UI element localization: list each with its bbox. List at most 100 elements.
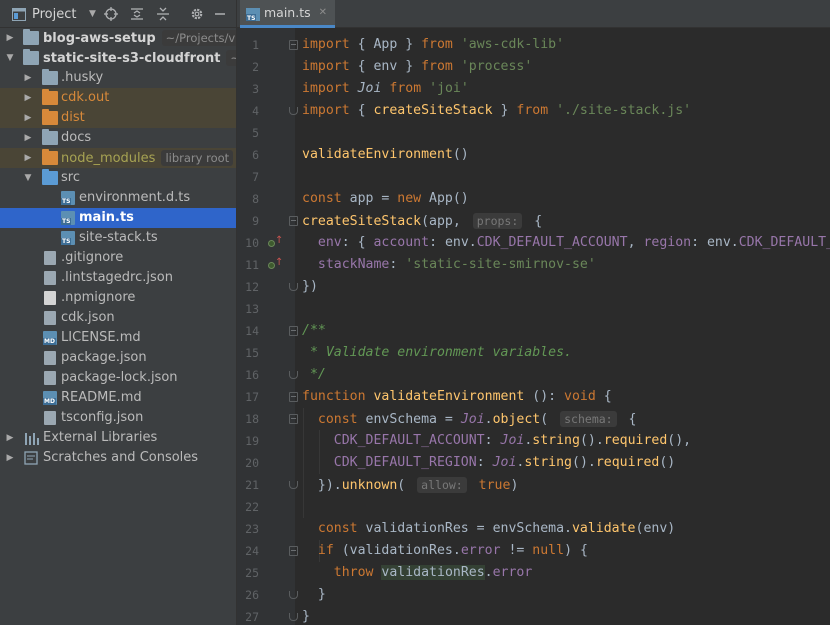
tree-item-lintstagedrc-json[interactable]: .lintstagedrc.json: [0, 268, 236, 288]
tree-item-readme-md[interactable]: MD README.md: [0, 388, 236, 408]
tree-item-docs[interactable]: ▶ docs: [0, 128, 236, 148]
fold-end-marker-icon[interactable]: [289, 613, 298, 621]
chevron-down-icon[interactable]: ▼: [22, 168, 34, 188]
chevron-right-icon[interactable]: ▶: [22, 148, 34, 168]
chevron-right-icon[interactable]: ▶: [4, 428, 16, 448]
code-line[interactable]: * Validate environment variables.: [302, 342, 572, 364]
chevron-right-icon[interactable]: ▶: [22, 108, 34, 128]
tree-item-main-ts[interactable]: TS main.ts: [0, 208, 236, 228]
code-line[interactable]: throw validationRes.error: [302, 562, 532, 584]
code-line[interactable]: stackName: 'static-site-smirnov-se': [302, 254, 596, 276]
code-line[interactable]: const validationRes = envSchema.validate…: [302, 518, 675, 540]
tree-item-license-md[interactable]: MD LICENSE.md: [0, 328, 236, 348]
chevron-right-icon[interactable]: ▶: [4, 448, 16, 468]
fold-marker-icon[interactable]: [289, 40, 298, 50]
fold-end-marker-icon[interactable]: [289, 481, 298, 489]
gear-icon[interactable]: [190, 0, 204, 28]
code-line[interactable]: createSiteStack(app, props: {: [302, 210, 542, 232]
implements-marker-icon[interactable]: ↑: [268, 236, 283, 250]
fold-marker-icon[interactable]: [289, 414, 298, 424]
fold-end-marker-icon[interactable]: [289, 371, 298, 379]
code-line[interactable]: import { env } from 'process': [302, 56, 532, 78]
tree-item-environment-d-ts[interactable]: TS environment.d.ts: [0, 188, 236, 208]
tree-item-scratches-and-consoles[interactable]: ▶ Scratches and Consoles: [0, 448, 236, 468]
tree-item-cdk-out[interactable]: ▶ cdk.out: [0, 88, 236, 108]
tree-item-label: Scratches and Consoles: [43, 450, 199, 465]
tree-item-external-libraries[interactable]: ▶ External Libraries: [0, 428, 236, 448]
code-line[interactable]: import { App } from 'aws-cdk-lib': [302, 34, 564, 56]
code-line[interactable]: /**: [302, 320, 326, 342]
tree-item-static-site-s3-cloudfront[interactable]: ▼ static-site-s3-cloudfront ~/Proj: [0, 48, 236, 68]
close-icon[interactable]: ✕: [319, 7, 327, 18]
code-area[interactable]: import { App } from 'aws-cdk-lib' import …: [302, 28, 830, 625]
tree-item-dist[interactable]: ▶ dist: [0, 108, 236, 128]
expand-all-icon[interactable]: [130, 0, 144, 28]
line-number: 8: [252, 192, 259, 206]
chevron-down-icon[interactable]: ▼: [4, 48, 16, 68]
tree-item-npmignore[interactable]: .npmignore: [0, 288, 236, 308]
code-line[interactable]: }: [302, 606, 310, 625]
code-line[interactable]: CDK_DEFAULT_ACCOUNT: Joi.string().requir…: [302, 430, 691, 452]
code-line[interactable]: env: { account: env.CDK_DEFAULT_ACCOUNT,…: [302, 232, 830, 254]
tree-item-gitignore[interactable]: .gitignore: [0, 248, 236, 268]
line-number: 10: [245, 236, 259, 250]
chevron-right-icon[interactable]: ▶: [22, 128, 34, 148]
tree-item-package-json[interactable]: package.json: [0, 348, 236, 368]
tree-item-package-lock-json[interactable]: package-lock.json: [0, 368, 236, 388]
code-line[interactable]: }: [302, 584, 326, 606]
chevron-right-icon[interactable]: ▶: [22, 68, 34, 88]
line-number: 1: [252, 38, 259, 52]
code-line[interactable]: const app = new App(): [302, 188, 469, 210]
fold-end-marker-icon[interactable]: [289, 591, 298, 599]
chevron-right-icon[interactable]: ▶: [4, 28, 16, 48]
code-line[interactable]: const envSchema = Joi.object( schema: {: [302, 408, 636, 430]
fold-end-marker-icon[interactable]: [289, 107, 298, 115]
json-file-icon: [44, 271, 56, 285]
folder-source-icon: [42, 169, 58, 185]
tree-item-label: dist: [61, 110, 85, 125]
inlay-hint: allow:: [417, 477, 467, 493]
code-line[interactable]: CDK_DEFAULT_REGION: Joi.string().require…: [302, 452, 675, 474]
code-line[interactable]: function validateEnvironment (): void {: [302, 386, 612, 408]
fold-end-marker-icon[interactable]: [289, 283, 298, 291]
project-view-dropdown-icon[interactable]: ▼: [89, 0, 96, 28]
tree-item-src[interactable]: ▼ src: [0, 168, 236, 188]
folder-icon: [23, 29, 39, 45]
tree-item-site-stack-ts[interactable]: TS site-stack.ts: [0, 228, 236, 248]
tree-item-node-modules[interactable]: ▶ node_modules library root: [0, 148, 236, 168]
locate-file-icon[interactable]: [104, 0, 118, 28]
tree-item-tsconfig-json[interactable]: tsconfig.json: [0, 408, 236, 428]
project-view-title[interactable]: Project: [32, 0, 76, 28]
tree-item-label: External Libraries: [43, 430, 158, 445]
code-line[interactable]: import Joi from 'joi': [302, 78, 469, 100]
collapse-all-icon[interactable]: [156, 0, 170, 28]
typescript-file-icon: TS: [61, 211, 75, 225]
code-line[interactable]: }): [302, 276, 318, 298]
implements-marker-icon[interactable]: ↑: [268, 258, 283, 272]
tree-item-husky[interactable]: ▶ .husky: [0, 68, 236, 88]
fold-marker-icon[interactable]: [289, 392, 298, 402]
ide-window: Project ▼ ▶ blog-aws-setup ~/Projects/v …: [0, 0, 830, 625]
fold-marker-icon[interactable]: [289, 216, 298, 226]
fold-marker-icon[interactable]: [289, 546, 298, 556]
tree-item-label: LICENSE.md: [61, 330, 141, 345]
markdown-file-icon: MD: [43, 391, 57, 405]
line-number: 5: [252, 126, 259, 140]
json-file-icon: [44, 351, 56, 365]
tree-item-cdk-json[interactable]: cdk.json: [0, 308, 236, 328]
code-line[interactable]: */: [302, 364, 326, 386]
code-line[interactable]: if (validationRes.error != null) {: [302, 540, 588, 562]
tree-item-blog-aws-setup[interactable]: ▶ blog-aws-setup ~/Projects/victor: [0, 28, 236, 48]
tab-main-ts[interactable]: TS main.ts ✕: [240, 0, 336, 28]
minimize-icon[interactable]: [214, 0, 226, 28]
chevron-right-icon[interactable]: ▶: [22, 88, 34, 108]
line-number: 20: [245, 456, 259, 470]
tree-item-label: tsconfig.json: [61, 410, 144, 425]
fold-marker-icon[interactable]: [289, 326, 298, 336]
tree-item-library-hint: library root: [161, 150, 234, 166]
code-line[interactable]: }).unknown( allow: true): [302, 474, 518, 496]
code-line[interactable]: validateEnvironment(): [302, 144, 469, 166]
project-view-icon: [12, 0, 26, 28]
code-line[interactable]: import { createSiteStack } from './site-…: [302, 100, 691, 122]
tree-item-label: node_modules: [61, 151, 156, 166]
